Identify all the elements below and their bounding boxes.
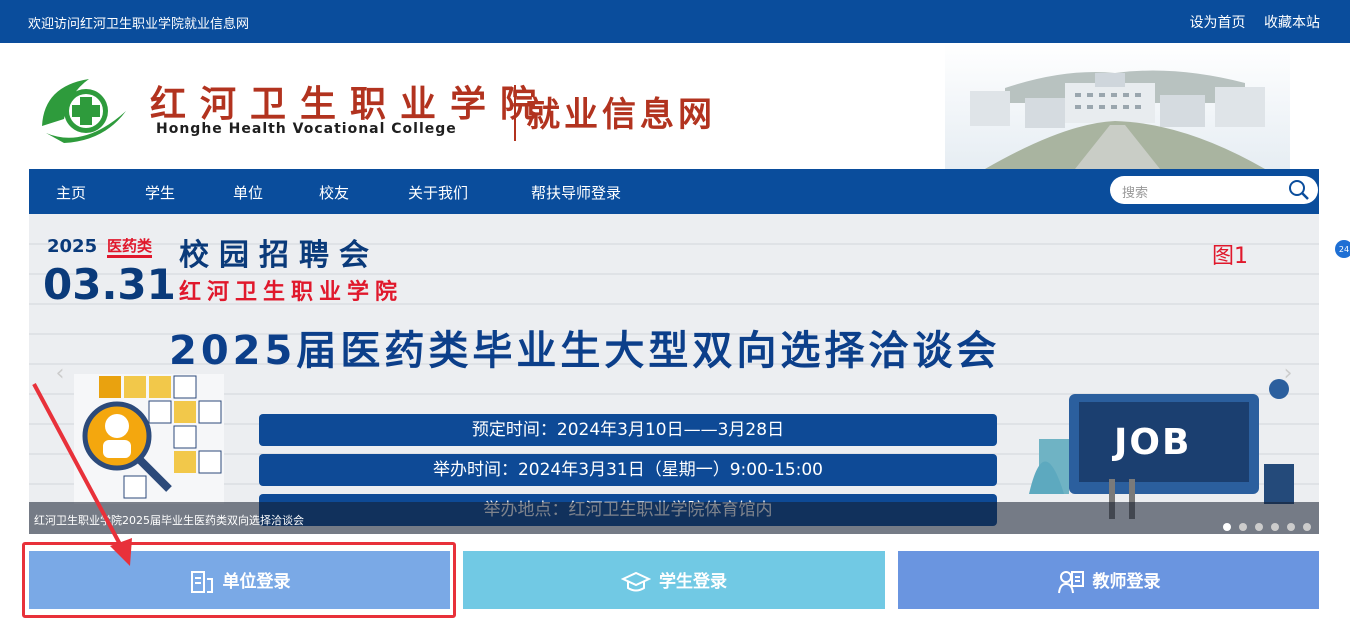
carousel-dot[interactable] (1271, 523, 1279, 531)
job-sign: JOB (1114, 422, 1192, 463)
search-box[interactable]: 搜索 (1110, 176, 1318, 204)
banner-date: 03.31 (43, 260, 176, 309)
annotation-arrow (32, 383, 132, 566)
carousel-dot[interactable] (1223, 523, 1231, 531)
carousel-dot[interactable] (1239, 523, 1247, 531)
arrow-right-icon[interactable]: › (1275, 354, 1301, 394)
carousel-dot[interactable] (1287, 523, 1295, 531)
school-logo-icon[interactable] (34, 71, 134, 151)
main-nav: 主页 学生 单位 校友 关于我们 帮扶导师登录 搜索 (29, 169, 1319, 214)
booking-time: 预定时间：2024年3月10日——3月28日 (259, 414, 997, 446)
side-badge-icon[interactable]: 24 (1334, 237, 1350, 265)
search-icon[interactable] (1288, 179, 1310, 201)
banner-caption-bar: 红河卫生职业学院2025届毕业生医药类双向选择洽谈会 (29, 502, 1319, 534)
nav-item-employer[interactable]: 单位 (233, 182, 263, 203)
nav-item-mentor-login[interactable]: 帮扶导师登录 (531, 182, 621, 203)
banner-figure-label: 图1 (1212, 244, 1248, 269)
banner-main-title: 2025届医药类毕业生大型双向选择洽谈会 (169, 328, 1001, 374)
banner-tag: 医药类 (107, 237, 153, 258)
site-name: 就业信息网 (526, 95, 716, 135)
teacher-login-label: 教师登录 (1092, 572, 1161, 592)
bookmark-link[interactable]: 收藏本站 (1264, 15, 1320, 31)
top-links: 设为首页 收藏本站 (1176, 12, 1320, 32)
set-home-link[interactable]: 设为首页 (1190, 15, 1246, 31)
student-login-button[interactable]: 学生登录 (463, 551, 885, 609)
teacher-icon (1057, 571, 1084, 594)
welcome-text: 欢迎访问红河卫生职业学院就业信息网 (28, 17, 250, 32)
event-time: 举办时间：2024年3月31日（星期一）9:00-15:00 (259, 454, 997, 486)
side-badge-number: 24 (1339, 245, 1349, 254)
banner-school: 红河卫生职业学院 (179, 280, 404, 305)
student-login-label: 学生登录 (659, 572, 727, 592)
banner-title: 校园招聘会 (179, 238, 379, 273)
nav-item-about[interactable]: 关于我们 (408, 182, 468, 203)
carousel-dot[interactable] (1255, 523, 1263, 531)
banner-year: 2025 (47, 236, 98, 257)
logo-divider (514, 85, 516, 141)
school-name-en: Honghe Health Vocational College (156, 121, 457, 137)
banner-carousel[interactable]: 2025 医药类 校园招聘会 03.31 红河卫生职业学院 图1 2025届医药… (29, 214, 1319, 534)
nav-item-student[interactable]: 学生 (145, 182, 175, 203)
site-header: 红河卫生职业学院 Honghe Health Vocational Colleg… (0, 43, 1350, 169)
nav-item-alumni[interactable]: 校友 (319, 182, 349, 203)
campus-image (945, 43, 1290, 169)
top-bar: 欢迎访问红河卫生职业学院就业信息网 设为首页 收藏本站 (0, 0, 1350, 43)
nav-item-home[interactable]: 主页 (56, 182, 86, 203)
school-name-cn: 红河卫生职业学院 (150, 83, 551, 125)
graduation-cap-icon (620, 571, 652, 592)
carousel-dots (1215, 516, 1311, 534)
search-input[interactable]: 搜索 (1122, 182, 1148, 201)
teacher-login-button[interactable]: 教师登录 (898, 551, 1319, 609)
carousel-dot[interactable] (1303, 523, 1311, 531)
